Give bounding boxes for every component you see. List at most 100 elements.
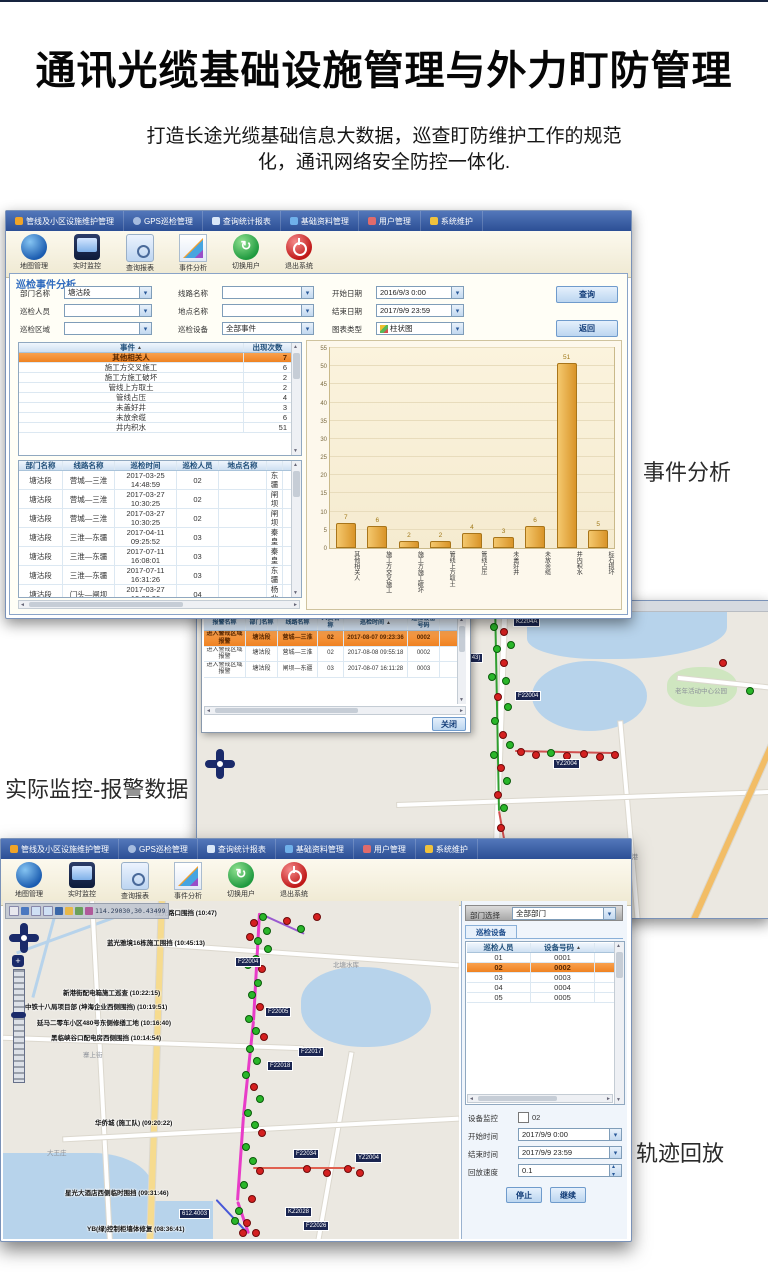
patroller-select[interactable] — [64, 304, 152, 317]
toolbar-button-map[interactable]: 地图管理 — [7, 861, 51, 903]
column-header[interactable]: 设备号码▲ — [531, 943, 595, 952]
toolbar-button-report[interactable]: 查询报表 — [113, 861, 157, 903]
map-select-tool-icon[interactable] — [9, 906, 19, 916]
dropdown-arrow-icon[interactable] — [609, 1147, 621, 1158]
dropdown-arrow-icon[interactable] — [451, 323, 463, 334]
region-select[interactable] — [64, 322, 152, 335]
map-marker[interactable] — [256, 1095, 264, 1103]
dropdown-arrow-icon[interactable] — [139, 287, 151, 298]
scroll-thumb[interactable] — [29, 602, 183, 607]
map-marker[interactable] — [493, 645, 501, 653]
map-marker[interactable] — [490, 751, 498, 759]
table-row[interactable]: 塘沽段营城—三淮2017-03-25 14:48:5902东疆 — [19, 471, 292, 490]
close-button[interactable]: 关闭 — [432, 717, 466, 731]
toolbar-button-monitor[interactable]: 实时监控 — [65, 233, 109, 275]
bar[interactable] — [462, 533, 482, 548]
table-row[interactable]: 塘沽段三淮—东疆2017-04-11 09:25:5203秦皇 — [19, 528, 292, 547]
layers-tool-icon[interactable] — [75, 907, 83, 915]
map-pan-tool-icon[interactable] — [21, 907, 29, 915]
map-marker[interactable] — [248, 1195, 256, 1203]
map-marker[interactable] — [500, 628, 508, 636]
map-pan-control[interactable] — [205, 749, 235, 779]
map-marker[interactable] — [502, 677, 510, 685]
place-select[interactable] — [222, 304, 314, 317]
full-extent-tool-icon[interactable] — [55, 907, 63, 915]
device-table-hscrollbar[interactable] — [467, 1094, 613, 1103]
dropdown-arrow-icon[interactable] — [301, 305, 313, 316]
map-marker[interactable] — [264, 945, 272, 953]
dept-dropdown[interactable]: 全部部门 — [512, 907, 616, 920]
table-row[interactable]: 050005 — [467, 993, 614, 1003]
map-marker[interactable] — [494, 693, 502, 701]
map-marker[interactable] — [580, 750, 588, 758]
map-marker[interactable] — [746, 687, 754, 695]
map-marker[interactable] — [507, 641, 515, 649]
table-row[interactable]: 020002 — [467, 963, 614, 973]
map-marker[interactable] — [242, 1071, 250, 1079]
dropdown-arrow-icon[interactable] — [301, 323, 313, 334]
zoom-slider-knob[interactable] — [11, 1012, 26, 1018]
map-marker[interactable] — [248, 991, 256, 999]
alarm-table-vscrollbar[interactable] — [457, 616, 466, 704]
scroll-thumb[interactable] — [293, 353, 300, 379]
map-marker[interactable] — [303, 1165, 311, 1173]
map-marker[interactable] — [506, 741, 514, 749]
map-marker[interactable] — [323, 1169, 331, 1177]
map-marker[interactable] — [231, 1217, 239, 1225]
map-marker[interactable] — [246, 1045, 254, 1053]
column-header[interactable]: 巡检人员 — [467, 943, 531, 952]
toolbar-button-report[interactable]: 查询报表 — [118, 233, 162, 275]
map-marker[interactable] — [252, 1027, 260, 1035]
map-marker[interactable] — [517, 748, 525, 756]
playback-speed-stepper[interactable]: 0.1 — [518, 1164, 622, 1177]
map-marker[interactable] — [356, 1169, 364, 1177]
map-pan-control[interactable] — [9, 923, 39, 953]
map-marker[interactable] — [490, 623, 498, 631]
map-marker[interactable] — [258, 1129, 266, 1137]
device-table-vscrollbar[interactable] — [614, 942, 624, 1104]
map-marker[interactable] — [500, 804, 508, 812]
toolbar-button-event[interactable]: 事件分析 — [166, 861, 210, 903]
map-marker[interactable] — [235, 1207, 243, 1215]
toolbar-button-map[interactable]: 地图管理 — [12, 233, 56, 275]
map-marker[interactable] — [494, 791, 502, 799]
map-marker[interactable] — [254, 979, 262, 987]
map-marker[interactable] — [240, 1181, 248, 1189]
menu-item-3[interactable]: 基础资料管理 — [281, 211, 359, 231]
map-marker[interactable] — [245, 1015, 253, 1023]
dropdown-arrow-icon[interactable] — [451, 287, 463, 298]
menu-item-2[interactable]: 查询统计报表 — [198, 839, 276, 859]
table-row[interactable]: 管线占压4 — [19, 393, 292, 403]
event-table-vscrollbar[interactable] — [291, 343, 301, 455]
table-row[interactable]: 塘沽段营城—三淮2017-03-27 10:30:2502闸坝 — [19, 490, 292, 509]
map-marker[interactable] — [260, 1033, 268, 1041]
map-marker[interactable] — [249, 1157, 257, 1165]
column-header[interactable]: 地点名称 — [219, 461, 267, 470]
map-marker[interactable] — [254, 937, 262, 945]
stop-button[interactable]: 停止 — [506, 1187, 542, 1203]
table-row[interactable]: 管线上方取土2 — [19, 383, 292, 393]
table-row[interactable]: 040004 — [467, 983, 614, 993]
map-marker[interactable] — [250, 1083, 258, 1091]
map-marker[interactable] — [243, 1219, 251, 1227]
map-marker[interactable] — [239, 1229, 247, 1237]
map-marker[interactable] — [491, 717, 499, 725]
end-time-select[interactable]: 2017/9/9 23:59 — [518, 1146, 622, 1159]
scroll-thumb[interactable] — [459, 626, 465, 652]
table-row[interactable]: 施工方交叉施工6 — [19, 363, 292, 373]
dropdown-arrow-icon[interactable] — [603, 908, 615, 919]
dropdown-arrow-icon[interactable] — [139, 305, 151, 316]
map-marker[interactable] — [252, 1229, 260, 1237]
column-header[interactable]: 事件▲ — [19, 343, 244, 352]
map-marker[interactable] — [242, 1143, 250, 1151]
zoom-out-tool-icon[interactable] — [43, 906, 53, 916]
bar[interactable] — [525, 526, 545, 548]
table-row[interactable]: 井内积水51 — [19, 423, 292, 433]
column-header[interactable]: 出现次数 — [244, 343, 292, 352]
map-marker[interactable] — [246, 933, 254, 941]
table-row[interactable]: 030003 — [467, 973, 614, 983]
map-marker[interactable] — [253, 1057, 261, 1065]
stepper-arrows-icon[interactable] — [609, 1165, 621, 1176]
map-marker[interactable] — [497, 824, 505, 832]
dropdown-arrow-icon[interactable] — [609, 1129, 621, 1140]
